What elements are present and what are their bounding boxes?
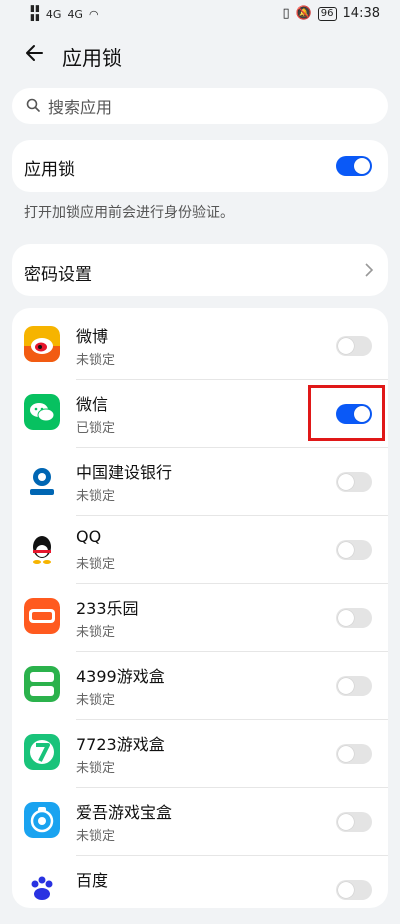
4399-icon — [24, 666, 60, 702]
weibo-icon — [24, 326, 60, 362]
app-lock-status: 未锁定 — [76, 489, 116, 504]
baidu-icon — [24, 870, 60, 906]
list-item-4399: 4399游戏盒 未锁定 — [12, 652, 388, 720]
network-label: 4G — [45, 7, 62, 21]
app-name: 微博 — [76, 327, 109, 346]
network-label-2: 4G — [67, 7, 83, 21]
app-lock-card: 应用锁 — [12, 140, 388, 192]
list-item-7723: 7723游戏盒 未锁定 — [12, 720, 388, 788]
password-settings-label: 密码设置 — [24, 265, 92, 285]
233-icon — [24, 598, 60, 634]
lock-description: 打开加锁应用前会进行身份验证。 — [24, 205, 234, 221]
list-item-qq: QQ 未锁定 — [12, 516, 388, 584]
app-name: 4399游戏盒 — [76, 667, 165, 686]
highlight-box — [308, 385, 385, 441]
lock-toggle-weibo[interactable] — [336, 336, 372, 356]
app-lock-toggle[interactable] — [336, 156, 372, 176]
status-left: ▮▮ ▮▮ 4G 4G ◠ — [30, 5, 99, 23]
list-item-233: 233乐园 未锁定 — [12, 584, 388, 652]
list-item-baidu: 百度 — [12, 856, 388, 924]
wechat-icon — [24, 394, 60, 430]
mute-icon: 🔕 — [295, 6, 312, 21]
header: 应用锁 — [0, 28, 400, 80]
app-lock-status: 未锁定 — [76, 625, 116, 640]
app-name: 百度 — [76, 871, 109, 890]
vibrate-icon: ▯ — [282, 6, 290, 21]
list-item-weibo: 微博 未锁定 — [12, 312, 388, 380]
chevron-right-icon — [365, 263, 374, 277]
app-lock-status: 未锁定 — [76, 353, 116, 368]
app-lock-status: 未锁定 — [76, 829, 116, 844]
app-lock-status: 未锁定 — [76, 761, 116, 776]
lock-toggle-233[interactable] — [336, 608, 372, 628]
lock-toggle-baidu[interactable] — [336, 880, 372, 900]
signal-icon: ▮▮ ▮▮ — [30, 4, 40, 23]
lock-toggle-ccb[interactable] — [336, 472, 372, 492]
wifi-icon: ◠ — [88, 7, 99, 21]
battery-icon: 96 — [317, 6, 337, 21]
back-arrow-icon[interactable] — [22, 40, 48, 66]
search-input[interactable] — [46, 94, 370, 120]
app-name: 微信 — [76, 395, 109, 414]
search-icon — [26, 98, 40, 112]
aiwu-icon — [24, 802, 60, 838]
ccb-icon — [24, 462, 60, 498]
7723-icon — [24, 734, 60, 770]
search-bar[interactable] — [12, 88, 388, 124]
app-name: 爱吾游戏宝盒 — [76, 803, 173, 822]
list-item-ccb: 中国建设银行 未锁定 — [12, 448, 388, 516]
app-name: 7723游戏盒 — [76, 735, 165, 754]
list-item-aiwu: 爱吾游戏宝盒 未锁定 — [12, 788, 388, 856]
status-right: ▯ 🔕 96 14:38 — [282, 6, 380, 21]
lock-toggle-7723[interactable] — [336, 744, 372, 764]
app-lock-label: 应用锁 — [24, 160, 75, 180]
password-settings-card[interactable]: 密码设置 — [12, 244, 388, 296]
status-bar: ▮▮ ▮▮ 4G 4G ◠ ▯ 🔕 96 14:38 — [0, 0, 400, 28]
clock: 14:38 — [342, 6, 380, 21]
app-name: 中国建设银行 — [76, 463, 173, 482]
qq-icon — [24, 530, 60, 566]
lock-toggle-aiwu[interactable] — [336, 812, 372, 832]
app-lock-status: 未锁定 — [76, 693, 116, 708]
app-name: 233乐园 — [76, 599, 139, 618]
app-lock-status: 已锁定 — [76, 421, 116, 436]
app-name: QQ — [76, 527, 102, 546]
lock-toggle-4399[interactable] — [336, 676, 372, 696]
lock-toggle-qq[interactable] — [336, 540, 372, 560]
page-title: 应用锁 — [62, 46, 122, 70]
app-lock-status: 未锁定 — [76, 557, 116, 572]
